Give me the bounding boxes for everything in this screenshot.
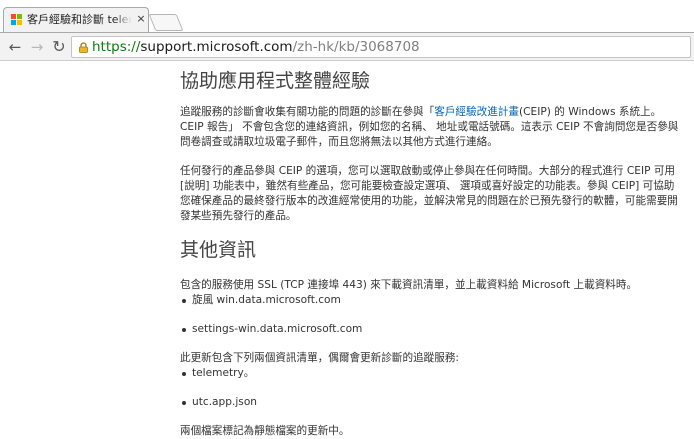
tab-title-fade bbox=[114, 11, 132, 29]
paragraph-ceip-diagnostics: 追蹤服務的診斷會收集有關功能的問題的診斷在參與「客戶經驗改進計畫(CEIP) 的… bbox=[180, 105, 680, 150]
section-heading-app-experience: 協助應用程式整體經驗 bbox=[180, 70, 371, 92]
forward-button[interactable]: → bbox=[28, 37, 46, 57]
tab-strip: 客戶經驗和診斷 telemetry × bbox=[0, 0, 694, 32]
reload-button[interactable]: ↻ bbox=[50, 37, 68, 57]
url-text: https://support.microsoft.com/zh-hk/kb/3… bbox=[92, 39, 420, 56]
article-content: 協助應用程式整體經驗 追蹤服務的診斷會收集有關功能的問題的診斷在參與「客戶經驗改… bbox=[180, 61, 680, 439]
section-heading-more-info: 其他資訊 bbox=[180, 239, 257, 261]
new-tab-button[interactable] bbox=[148, 14, 184, 31]
paragraph-static-files: 兩個檔案標記為靜態檔案的更新中。 bbox=[180, 425, 350, 437]
url-path: /zh-hk/kb/3068708 bbox=[292, 39, 420, 55]
endpoint-list: 旋風 win.data.microsoft.com settings-win.d… bbox=[180, 293, 680, 337]
paragraph-manifests: 此更新包含下列兩個資訊清單，偶爾會更新診斷的追蹤服務: bbox=[180, 352, 460, 364]
paragraph-ceip-participation: 任何發行的產品參與 CEIP 的選項，您可以選取啟動或停止參與在任何時間。大部分… bbox=[180, 165, 678, 222]
paragraph-ssl-service: 包含的服務使用 SSL (TCP 連接埠 443) 來下載資訊清單，並上載資料給… bbox=[180, 279, 638, 291]
browser-toolbar: ← → ↻ https://support.microsoft.com/zh-h… bbox=[0, 32, 694, 61]
address-bar[interactable]: https://support.microsoft.com/zh-hk/kb/3… bbox=[71, 36, 691, 58]
url-host: support.microsoft.com bbox=[140, 39, 293, 55]
list-item: settings-win.data.microsoft.com bbox=[180, 322, 680, 337]
list-item: 旋風 win.data.microsoft.com bbox=[180, 293, 680, 308]
paragraph-text: 追蹤服務的診斷會收集有關功能的問題的診斷在參與「 bbox=[180, 106, 435, 118]
microsoft-logo-icon bbox=[11, 14, 23, 26]
ceip-link[interactable]: 客戶經驗改進計畫 bbox=[434, 106, 519, 118]
browser-tab[interactable]: 客戶經驗和診斷 telemetry × bbox=[3, 7, 149, 32]
list-item: utc.app.json bbox=[180, 395, 680, 410]
manifest-list: telemetry。 utc.app.json bbox=[180, 366, 680, 410]
list-item: telemetry。 bbox=[180, 366, 680, 381]
back-button[interactable]: ← bbox=[6, 37, 24, 57]
close-tab-icon[interactable]: × bbox=[135, 12, 147, 26]
url-scheme: https:// bbox=[92, 39, 141, 55]
lock-icon bbox=[79, 42, 88, 53]
